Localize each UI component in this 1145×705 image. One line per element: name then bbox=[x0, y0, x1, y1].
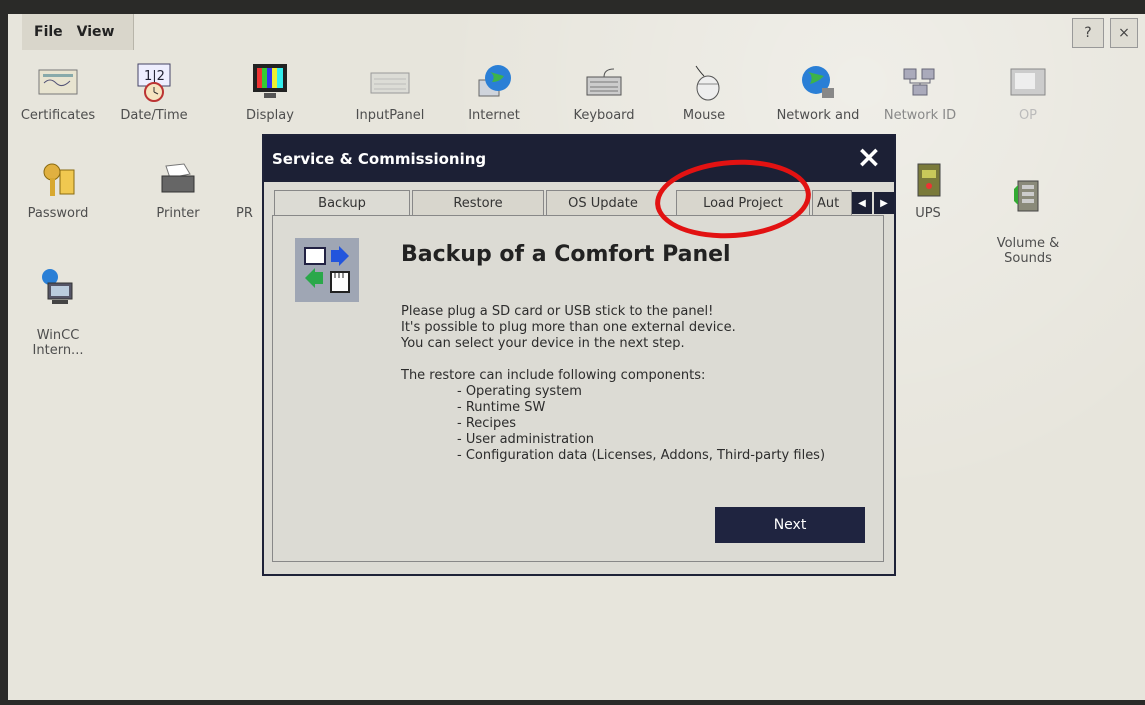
tab-auto[interactable]: Aut bbox=[812, 190, 852, 216]
tab-scroll-right-button[interactable]: ▶ bbox=[874, 192, 894, 214]
close-icon: × bbox=[856, 140, 882, 175]
cp-inputpanel[interactable]: InputPanel bbox=[342, 62, 438, 123]
globe-icon bbox=[473, 62, 515, 102]
list-item: - User administration bbox=[457, 432, 595, 447]
network-id-icon bbox=[899, 62, 941, 102]
tab-scroll-left-button[interactable]: ◀ bbox=[852, 192, 872, 214]
network-globe-icon bbox=[797, 62, 839, 102]
backup-instructions: Please plug a SD card or USB stick to th… bbox=[401, 304, 825, 464]
op-icon bbox=[1007, 62, 1049, 102]
arrow-left-icon: ◀ bbox=[858, 197, 866, 209]
cp-network-id-label: Network ID bbox=[883, 108, 957, 123]
page-title: Backup of a Comfort Panel bbox=[401, 242, 731, 267]
cp-volume[interactable]: Volume & Sounds bbox=[980, 160, 1076, 281]
cp-datetime-label: Date/Time bbox=[120, 108, 188, 123]
menu-file[interactable]: File bbox=[34, 24, 63, 40]
cp-wincc[interactable]: WinCC Intern... bbox=[10, 252, 106, 373]
cp-internet-label: Internet bbox=[468, 108, 520, 123]
list-item: - Configuration data (Licenses, Addons, … bbox=[457, 448, 826, 463]
cp-display-label: Display bbox=[246, 108, 294, 123]
menu-view[interactable]: View bbox=[77, 24, 115, 40]
svg-text:1|2: 1|2 bbox=[144, 69, 165, 84]
cp-internet[interactable]: Internet bbox=[446, 62, 542, 123]
components-list: - Operating system - Runtime SW - Recipe… bbox=[401, 384, 825, 464]
cp-mouse[interactable]: Mouse bbox=[656, 62, 752, 123]
cp-network-id[interactable]: Network ID bbox=[872, 62, 968, 123]
clock-icon: 1|2 bbox=[133, 62, 175, 102]
backup-device-icon bbox=[295, 238, 359, 302]
tab-backup[interactable]: Backup bbox=[274, 190, 410, 216]
dialog-close-button[interactable]: × bbox=[852, 140, 886, 178]
certificate-icon bbox=[37, 62, 79, 102]
key-icon bbox=[37, 160, 79, 200]
help-icon: ? bbox=[1084, 25, 1092, 41]
cp-certificates[interactable]: Certificates bbox=[10, 62, 106, 123]
cp-keyboard-label: Keyboard bbox=[573, 108, 635, 123]
cp-password[interactable]: Password bbox=[10, 160, 106, 221]
instruction-line: You can select your device in the next s… bbox=[401, 336, 685, 351]
cp-wincc-label: WinCC Intern... bbox=[32, 328, 84, 358]
tab-restore[interactable]: Restore bbox=[412, 190, 544, 216]
cp-mouse-label: Mouse bbox=[682, 108, 726, 123]
cp-printer-label: Printer bbox=[156, 206, 200, 221]
profinet-icon bbox=[236, 160, 256, 200]
menu-bar: File View bbox=[22, 14, 134, 50]
printer-icon bbox=[157, 160, 199, 200]
display-icon bbox=[249, 62, 291, 102]
mouse-icon bbox=[683, 62, 725, 102]
backup-panel: Backup of a Comfort Panel Please plug a … bbox=[272, 215, 884, 562]
instruction-line: It's possible to plug more than one exte… bbox=[401, 320, 736, 335]
cp-printer[interactable]: Printer bbox=[130, 160, 226, 221]
cp-volume-label: Volume & Sounds bbox=[996, 236, 1060, 266]
dialog-title: Service & Commissioning bbox=[272, 150, 487, 168]
keyboard-icon bbox=[583, 62, 625, 102]
help-button[interactable]: ? bbox=[1072, 18, 1104, 48]
arrow-right-icon: ▶ bbox=[880, 197, 888, 209]
list-item: - Operating system bbox=[457, 384, 582, 399]
tab-os-update[interactable]: OS Update bbox=[546, 190, 660, 216]
list-item: - Recipes bbox=[457, 416, 517, 431]
close-icon: × bbox=[1118, 25, 1130, 41]
wincc-icon bbox=[37, 267, 79, 307]
list-item: - Runtime SW bbox=[457, 400, 546, 415]
cp-certificates-label: Certificates bbox=[20, 108, 96, 123]
ups-icon bbox=[907, 160, 949, 200]
components-title: The restore can include following compon… bbox=[401, 368, 706, 383]
cp-datetime[interactable]: 1|2 Date/Time bbox=[106, 62, 202, 123]
instruction-line: Please plug a SD card or USB stick to th… bbox=[401, 304, 714, 319]
cp-inputpanel-label: InputPanel bbox=[355, 108, 425, 123]
cp-network-and-label: Network and bbox=[776, 108, 860, 123]
keyboard-panel-icon bbox=[369, 62, 411, 102]
speaker-icon bbox=[1007, 175, 1049, 215]
cp-op[interactable]: OP bbox=[980, 62, 1076, 123]
cp-display[interactable]: Display bbox=[222, 62, 318, 123]
close-button[interactable]: × bbox=[1110, 18, 1138, 48]
next-button[interactable]: Next bbox=[715, 507, 865, 543]
cp-password-label: Password bbox=[27, 206, 89, 221]
cp-op-label: OP bbox=[1018, 108, 1038, 123]
cp-keyboard[interactable]: Keyboard bbox=[556, 62, 652, 123]
cp-network-and[interactable]: Network and bbox=[762, 62, 874, 123]
